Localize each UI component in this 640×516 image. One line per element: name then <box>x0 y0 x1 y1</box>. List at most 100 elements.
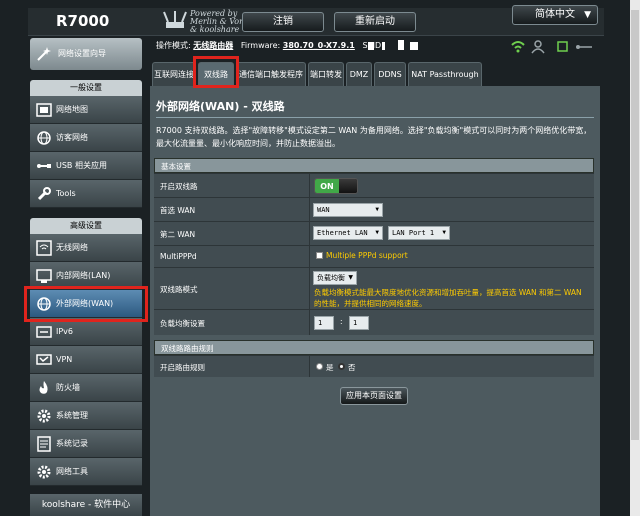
row-dualwan-mode: 双线路模式 负载均衡 ▼ 负载均衡模式能最大限度地优化资源和增加吞吐量，提高首选 … <box>154 267 594 309</box>
secondary-wan-value: Ethernet LAN <box>317 229 368 237</box>
highlight-wan-box <box>24 286 148 322</box>
mode-label: 双线路模式 <box>160 285 198 294</box>
sidebar-item-ipv6[interactable]: IPv6 <box>30 318 142 346</box>
multipppd-checkbox[interactable] <box>316 252 323 259</box>
log-icon <box>37 436 51 452</box>
tab-port-forward[interactable]: 端口转发 <box>308 62 344 86</box>
col-separator <box>309 268 310 309</box>
ssid-icons <box>368 40 418 50</box>
wand-icon <box>37 47 51 61</box>
secondary-wan-select[interactable]: Ethernet LAN ▼ <box>313 226 383 240</box>
routing-yes-label: 是 <box>326 363 334 372</box>
sidebar-item-label: 系统记录 <box>56 439 88 448</box>
sidebar-item-label: Tools <box>56 189 76 198</box>
status-icons[interactable] <box>510 39 594 55</box>
sidebar-item-label: VPN <box>56 355 73 364</box>
chevron-down-icon: ▼ <box>584 10 591 20</box>
routing-yes-radio[interactable] <box>316 363 323 370</box>
general-header: 一般设置 <box>30 80 142 96</box>
gear-icon <box>37 465 51 479</box>
page-scrollbar[interactable] <box>630 0 640 516</box>
wrench-icon <box>37 187 51 201</box>
language-label: 简体中文 <box>535 9 575 20</box>
sidebar-item-label: 无线网络 <box>56 243 88 252</box>
dualwan-toggle[interactable]: ON <box>314 178 358 194</box>
wifi-icon <box>511 41 525 53</box>
primary-wan-label: 首选 WAN <box>160 206 196 215</box>
map-icon <box>36 103 52 117</box>
sidebar-item-admin[interactable]: 系统管理 <box>30 402 142 430</box>
row-multipppd: MultiPPPd Multiple PPPd support <box>154 245 594 267</box>
col-separator <box>309 356 310 377</box>
lb-colon: : <box>340 317 343 326</box>
col-separator <box>309 198 310 221</box>
multipppd-option: Multiple PPPd support <box>326 251 408 260</box>
router-icon <box>163 11 187 28</box>
chevron-down-icon: ▼ <box>348 274 353 281</box>
status-row: 操作模式: 无线路由器 Firmware: 380.70_0-X7.9.1 SS… <box>156 40 384 51</box>
usb-icon <box>557 41 568 52</box>
wireless-icon <box>36 240 52 256</box>
chevron-down-icon: ▼ <box>375 206 379 213</box>
tab-port-trigger[interactable]: 通信端口触发程序 <box>236 62 306 86</box>
gear-icon <box>37 409 51 423</box>
sidebar-item-network-tools[interactable]: 网络工具 <box>30 458 142 486</box>
primary-wan-select[interactable]: WAN ▼ <box>313 203 383 217</box>
routing-header: 双线路路由规则 <box>154 340 594 355</box>
mode-link[interactable]: 无线路由器 <box>193 41 233 50</box>
col-separator <box>309 310 310 335</box>
page-title: 外部网络(WAN) - 双线路 <box>156 100 285 113</box>
sidebar-item-network-map[interactable]: 网络地图 <box>30 96 142 124</box>
tab-internet[interactable]: 互联网连接 <box>152 62 196 86</box>
sidebar-item-tools[interactable]: Tools <box>30 180 142 208</box>
mode-select[interactable]: 负载均衡 ▼ <box>313 271 357 285</box>
chevron-down-icon: ▼ <box>375 229 379 236</box>
page-description: R7000 支持双线路。选择"故障转移"模式设定第二 WAN 为备用网络。选择"… <box>156 126 592 148</box>
secondary-port-value: LAN Port 1 <box>392 229 435 237</box>
sidebar-item-label: 网络地图 <box>56 105 88 114</box>
quick-setup-label: 网络设置向导 <box>58 49 106 58</box>
language-select[interactable]: 简体中文 ▼ <box>512 5 598 25</box>
mode-warning: 负载均衡模式能最大限度地优化资源和增加吞吐量，提高首选 WAN 和第二 WAN … <box>314 288 582 308</box>
toggle-knob <box>339 179 357 193</box>
sidebar-item-wireless[interactable]: 无线网络 <box>30 234 142 262</box>
sidebar-item-guest-network[interactable]: 访客网络 <box>30 124 142 152</box>
sidebar-item-usb[interactable]: USB 相关应用 <box>30 152 142 180</box>
tab-dmz[interactable]: DMZ <box>346 62 372 86</box>
sidebar-item-label: IPv6 <box>56 327 74 336</box>
quick-setup-button[interactable]: 网络设置向导 <box>30 38 142 70</box>
sidebar-item-label: 内部网络(LAN) <box>56 271 111 280</box>
tab-ddns[interactable]: DDNS <box>374 62 406 86</box>
col-separator <box>309 222 310 245</box>
routing-no-radio[interactable] <box>338 363 345 370</box>
col-separator <box>309 246 310 267</box>
fire-icon <box>39 381 48 394</box>
koolshare-button[interactable]: koolshare - 软件中心 <box>30 494 142 516</box>
lb-ratio-2-input[interactable]: 1 <box>349 316 369 330</box>
clients-icon <box>531 40 545 54</box>
row-load-balance: 负载均衡设置 1 : 1 <box>154 309 594 335</box>
sidebar-item-syslog[interactable]: 系统记录 <box>30 430 142 458</box>
usb-plug-icon <box>576 45 592 49</box>
logout-button[interactable]: 注销 <box>242 12 324 32</box>
secondary-port-select[interactable]: LAN Port 1 ▼ <box>388 226 450 240</box>
tab-nat-passthrough[interactable]: NAT Passthrough <box>408 62 482 86</box>
toggle-on-label: ON <box>315 179 339 193</box>
firmware-link[interactable]: 380.70_0-X7.9.1 <box>283 41 355 50</box>
apply-button[interactable]: 应用本页面设置 <box>340 387 408 405</box>
sidebar-item-firewall[interactable]: 防火墙 <box>30 374 142 402</box>
mode-label: 操作模式: <box>156 41 191 50</box>
lan-icon <box>36 269 52 283</box>
mode-value: 负载均衡 <box>317 274 345 282</box>
scrollbar-thumb[interactable] <box>631 10 639 440</box>
vpn-icon <box>36 354 52 365</box>
lb-label: 负载均衡设置 <box>160 319 205 328</box>
reboot-button[interactable]: 重新启动 <box>334 12 416 32</box>
globe-icon <box>37 131 51 145</box>
model-name: R7000 <box>56 12 110 30</box>
basic-settings-header: 基本设置 <box>154 158 594 173</box>
sidebar-item-vpn[interactable]: VPN <box>30 346 142 374</box>
sidebar-item-label: 访客网络 <box>56 133 88 142</box>
row-routing-rules: 开启路由规则 是 否 <box>154 355 594 377</box>
lb-ratio-1-input[interactable]: 1 <box>314 316 334 330</box>
